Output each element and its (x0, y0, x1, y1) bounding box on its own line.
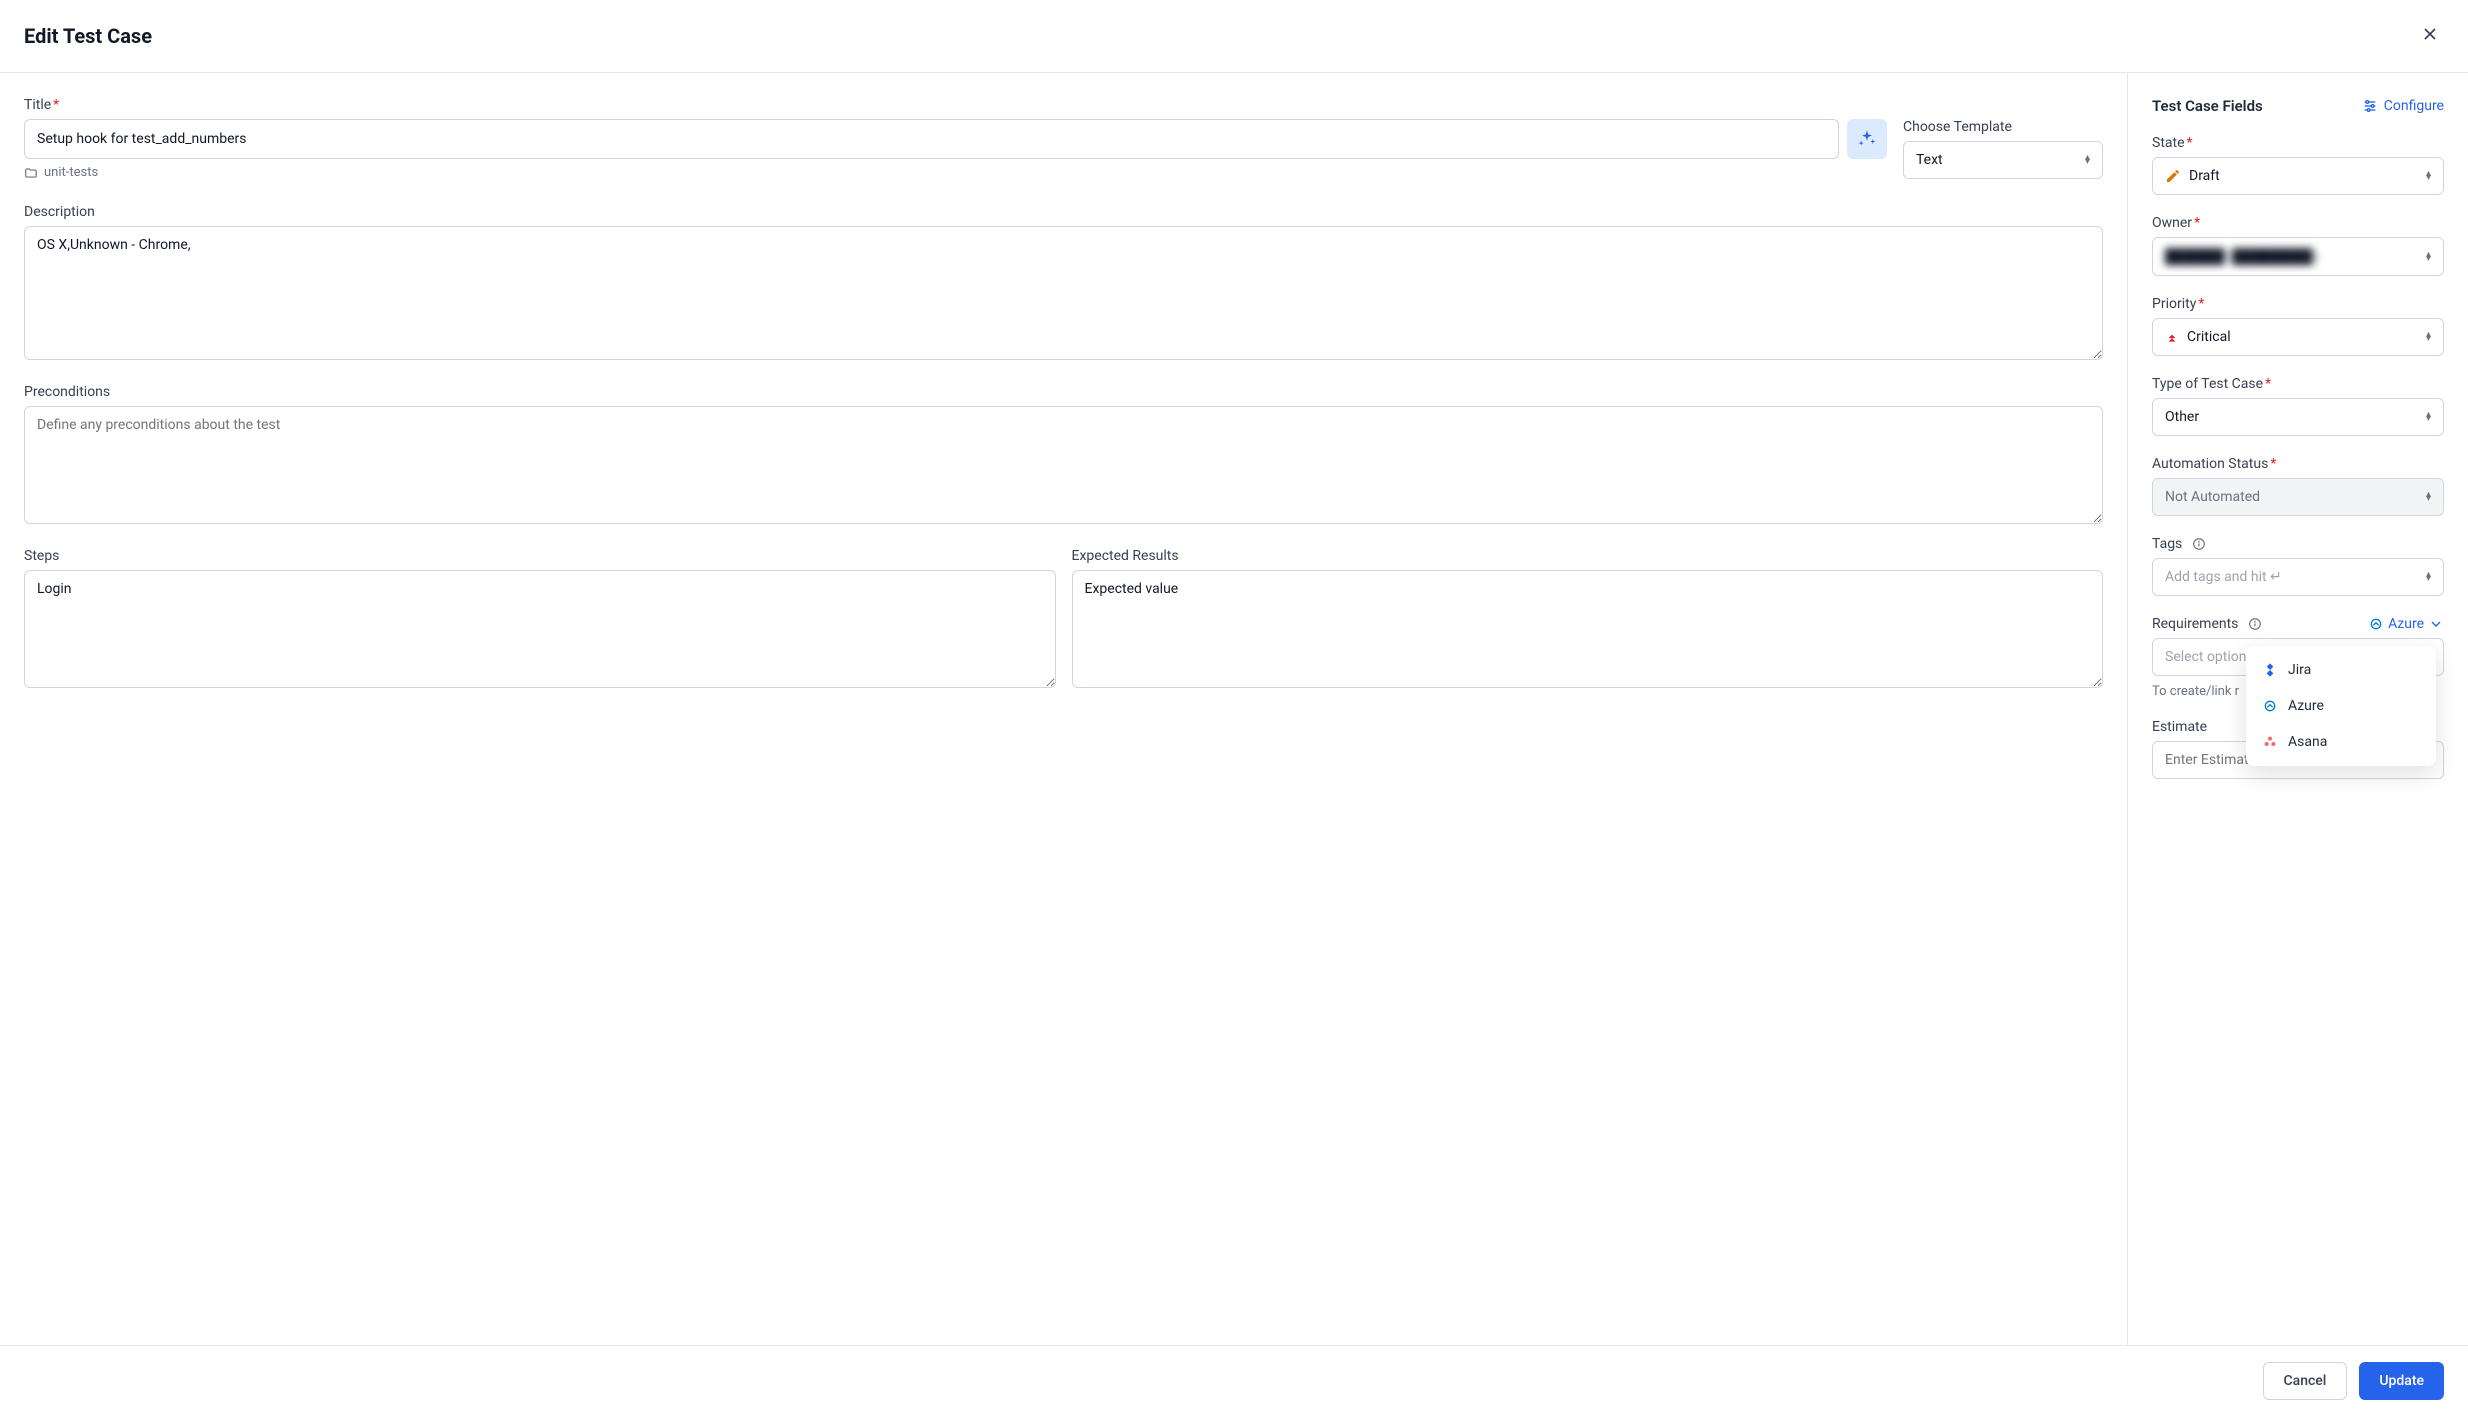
template-select[interactable]: Text ▴▾ (1903, 141, 2103, 179)
requirements-field: Requirements Azure Select options To cre… (2152, 616, 2444, 699)
expected-textarea[interactable]: Expected value (1072, 570, 2104, 688)
dialog-title: Edit Test Case (24, 24, 152, 48)
dropdown-item-azure[interactable]: Azure (2246, 688, 2436, 724)
state-value: Draft (2189, 168, 2220, 184)
chevron-updown-icon: ▴▾ (2426, 172, 2431, 180)
side-header: Test Case Fields Configure (2152, 97, 2444, 115)
tags-field: Tags Add tags and hit ↵ ▴▾ (2152, 536, 2444, 596)
chevron-down-icon (2428, 616, 2444, 632)
owner-label: Owner* (2152, 215, 2444, 231)
chevron-updown-icon: ▴▾ (2426, 573, 2431, 581)
update-button[interactable]: Update (2359, 1362, 2444, 1400)
title-input[interactable] (24, 119, 1839, 159)
description-label: Description (24, 204, 2103, 220)
type-select[interactable]: Other ▴▾ (2152, 398, 2444, 436)
steps-label: Steps (24, 548, 1056, 564)
state-field: State* Draft ▴▾ (2152, 135, 2444, 195)
chevron-updown-icon: ▴▾ (2426, 333, 2431, 341)
chevron-updown-icon: ▴▾ (2426, 253, 2431, 261)
requirements-source-dropdown[interactable]: Azure (2368, 616, 2444, 632)
dialog-body: Title* Choose Template Text ▴▾ (0, 73, 2468, 1345)
sparkle-icon (1857, 129, 1877, 149)
type-field: Type of Test Case* Other ▴▾ (2152, 376, 2444, 436)
close-button[interactable] (2416, 20, 2444, 52)
priority-select[interactable]: Critical ▴▾ (2152, 318, 2444, 356)
state-select[interactable]: Draft ▴▾ (2152, 157, 2444, 195)
info-icon[interactable] (2192, 537, 2206, 551)
chevron-updown-icon: ▴▾ (2426, 493, 2431, 501)
folder-name: unit-tests (44, 165, 98, 180)
template-field-wrap: Choose Template Text ▴▾ (1903, 119, 2103, 179)
state-label: State* (2152, 135, 2444, 151)
preconditions-label: Preconditions (24, 384, 2103, 400)
chevron-updown-icon: ▴▾ (2085, 156, 2090, 164)
priority-value: Critical (2187, 329, 2231, 345)
automation-field: Automation Status* Not Automated ▴▾ (2152, 456, 2444, 516)
requirements-placeholder: Select options (2165, 649, 2254, 665)
edit-test-case-dialog: Edit Test Case Title* Choose Template (0, 0, 2468, 1416)
dropdown-item-jira[interactable]: Jira (2246, 652, 2436, 688)
folder-breadcrumb[interactable]: unit-tests (24, 165, 2103, 180)
pencil-icon (2165, 168, 2181, 184)
expected-label: Expected Results (1072, 548, 2104, 564)
owner-value: ██████ (████████) (2165, 248, 2317, 265)
folder-icon (24, 166, 38, 180)
azure-icon (2368, 616, 2384, 632)
source-dropdown-menu: Jira Azure Asana (2246, 646, 2436, 766)
tags-input[interactable]: Add tags and hit ↵ ▴▾ (2152, 558, 2444, 596)
steps-textarea[interactable]: Login (24, 570, 1056, 688)
template-value: Text (1916, 152, 1943, 168)
sliders-icon (2362, 98, 2378, 114)
automation-value: Not Automated (2165, 489, 2260, 505)
ai-suggest-button[interactable] (1847, 119, 1887, 159)
priority-critical-icon (2165, 330, 2179, 344)
chevron-updown-icon: ▴▾ (2426, 413, 2431, 421)
dropdown-item-asana[interactable]: Asana (2246, 724, 2436, 760)
info-icon[interactable] (2248, 617, 2262, 631)
expected-field: Expected Results Expected value (1072, 548, 2104, 692)
priority-field: Priority* Critical ▴▾ (2152, 296, 2444, 356)
owner-field: Owner* ██████ (████████) ▴▾ (2152, 215, 2444, 276)
title-label: Title* (24, 97, 1887, 113)
asana-icon (2262, 734, 2278, 750)
type-label: Type of Test Case* (2152, 376, 2444, 392)
dialog-footer: Cancel Update (0, 1345, 2468, 1416)
side-column: Test Case Fields Configure State* Draft … (2128, 73, 2468, 1345)
priority-label: Priority* (2152, 296, 2444, 312)
close-icon (2420, 24, 2440, 44)
automation-select[interactable]: Not Automated ▴▾ (2152, 478, 2444, 516)
azure-icon (2262, 698, 2278, 714)
tags-label: Tags (2152, 536, 2444, 552)
owner-select[interactable]: ██████ (████████) ▴▾ (2152, 237, 2444, 276)
configure-link[interactable]: Configure (2362, 98, 2444, 114)
preconditions-field: Preconditions (24, 384, 2103, 528)
steps-expected-row: Steps Login Expected Results Expected va… (24, 548, 2103, 712)
preconditions-textarea[interactable] (24, 406, 2103, 524)
steps-field: Steps Login (24, 548, 1056, 692)
template-label: Choose Template (1903, 119, 2103, 135)
jira-icon (2262, 662, 2278, 678)
requirements-label: Requirements (2152, 616, 2262, 632)
description-field: Description OS X,Unknown - Chrome, (24, 204, 2103, 364)
description-textarea[interactable]: OS X,Unknown - Chrome, (24, 226, 2103, 360)
side-title: Test Case Fields (2152, 97, 2263, 115)
automation-label: Automation Status* (2152, 456, 2444, 472)
main-column: Title* Choose Template Text ▴▾ (0, 73, 2128, 1345)
dialog-header: Edit Test Case (0, 0, 2468, 73)
tags-placeholder: Add tags and hit ↵ (2165, 569, 2282, 585)
cancel-button[interactable]: Cancel (2263, 1362, 2348, 1400)
type-value: Other (2165, 409, 2199, 425)
title-field-wrap: Title* (24, 97, 1887, 159)
